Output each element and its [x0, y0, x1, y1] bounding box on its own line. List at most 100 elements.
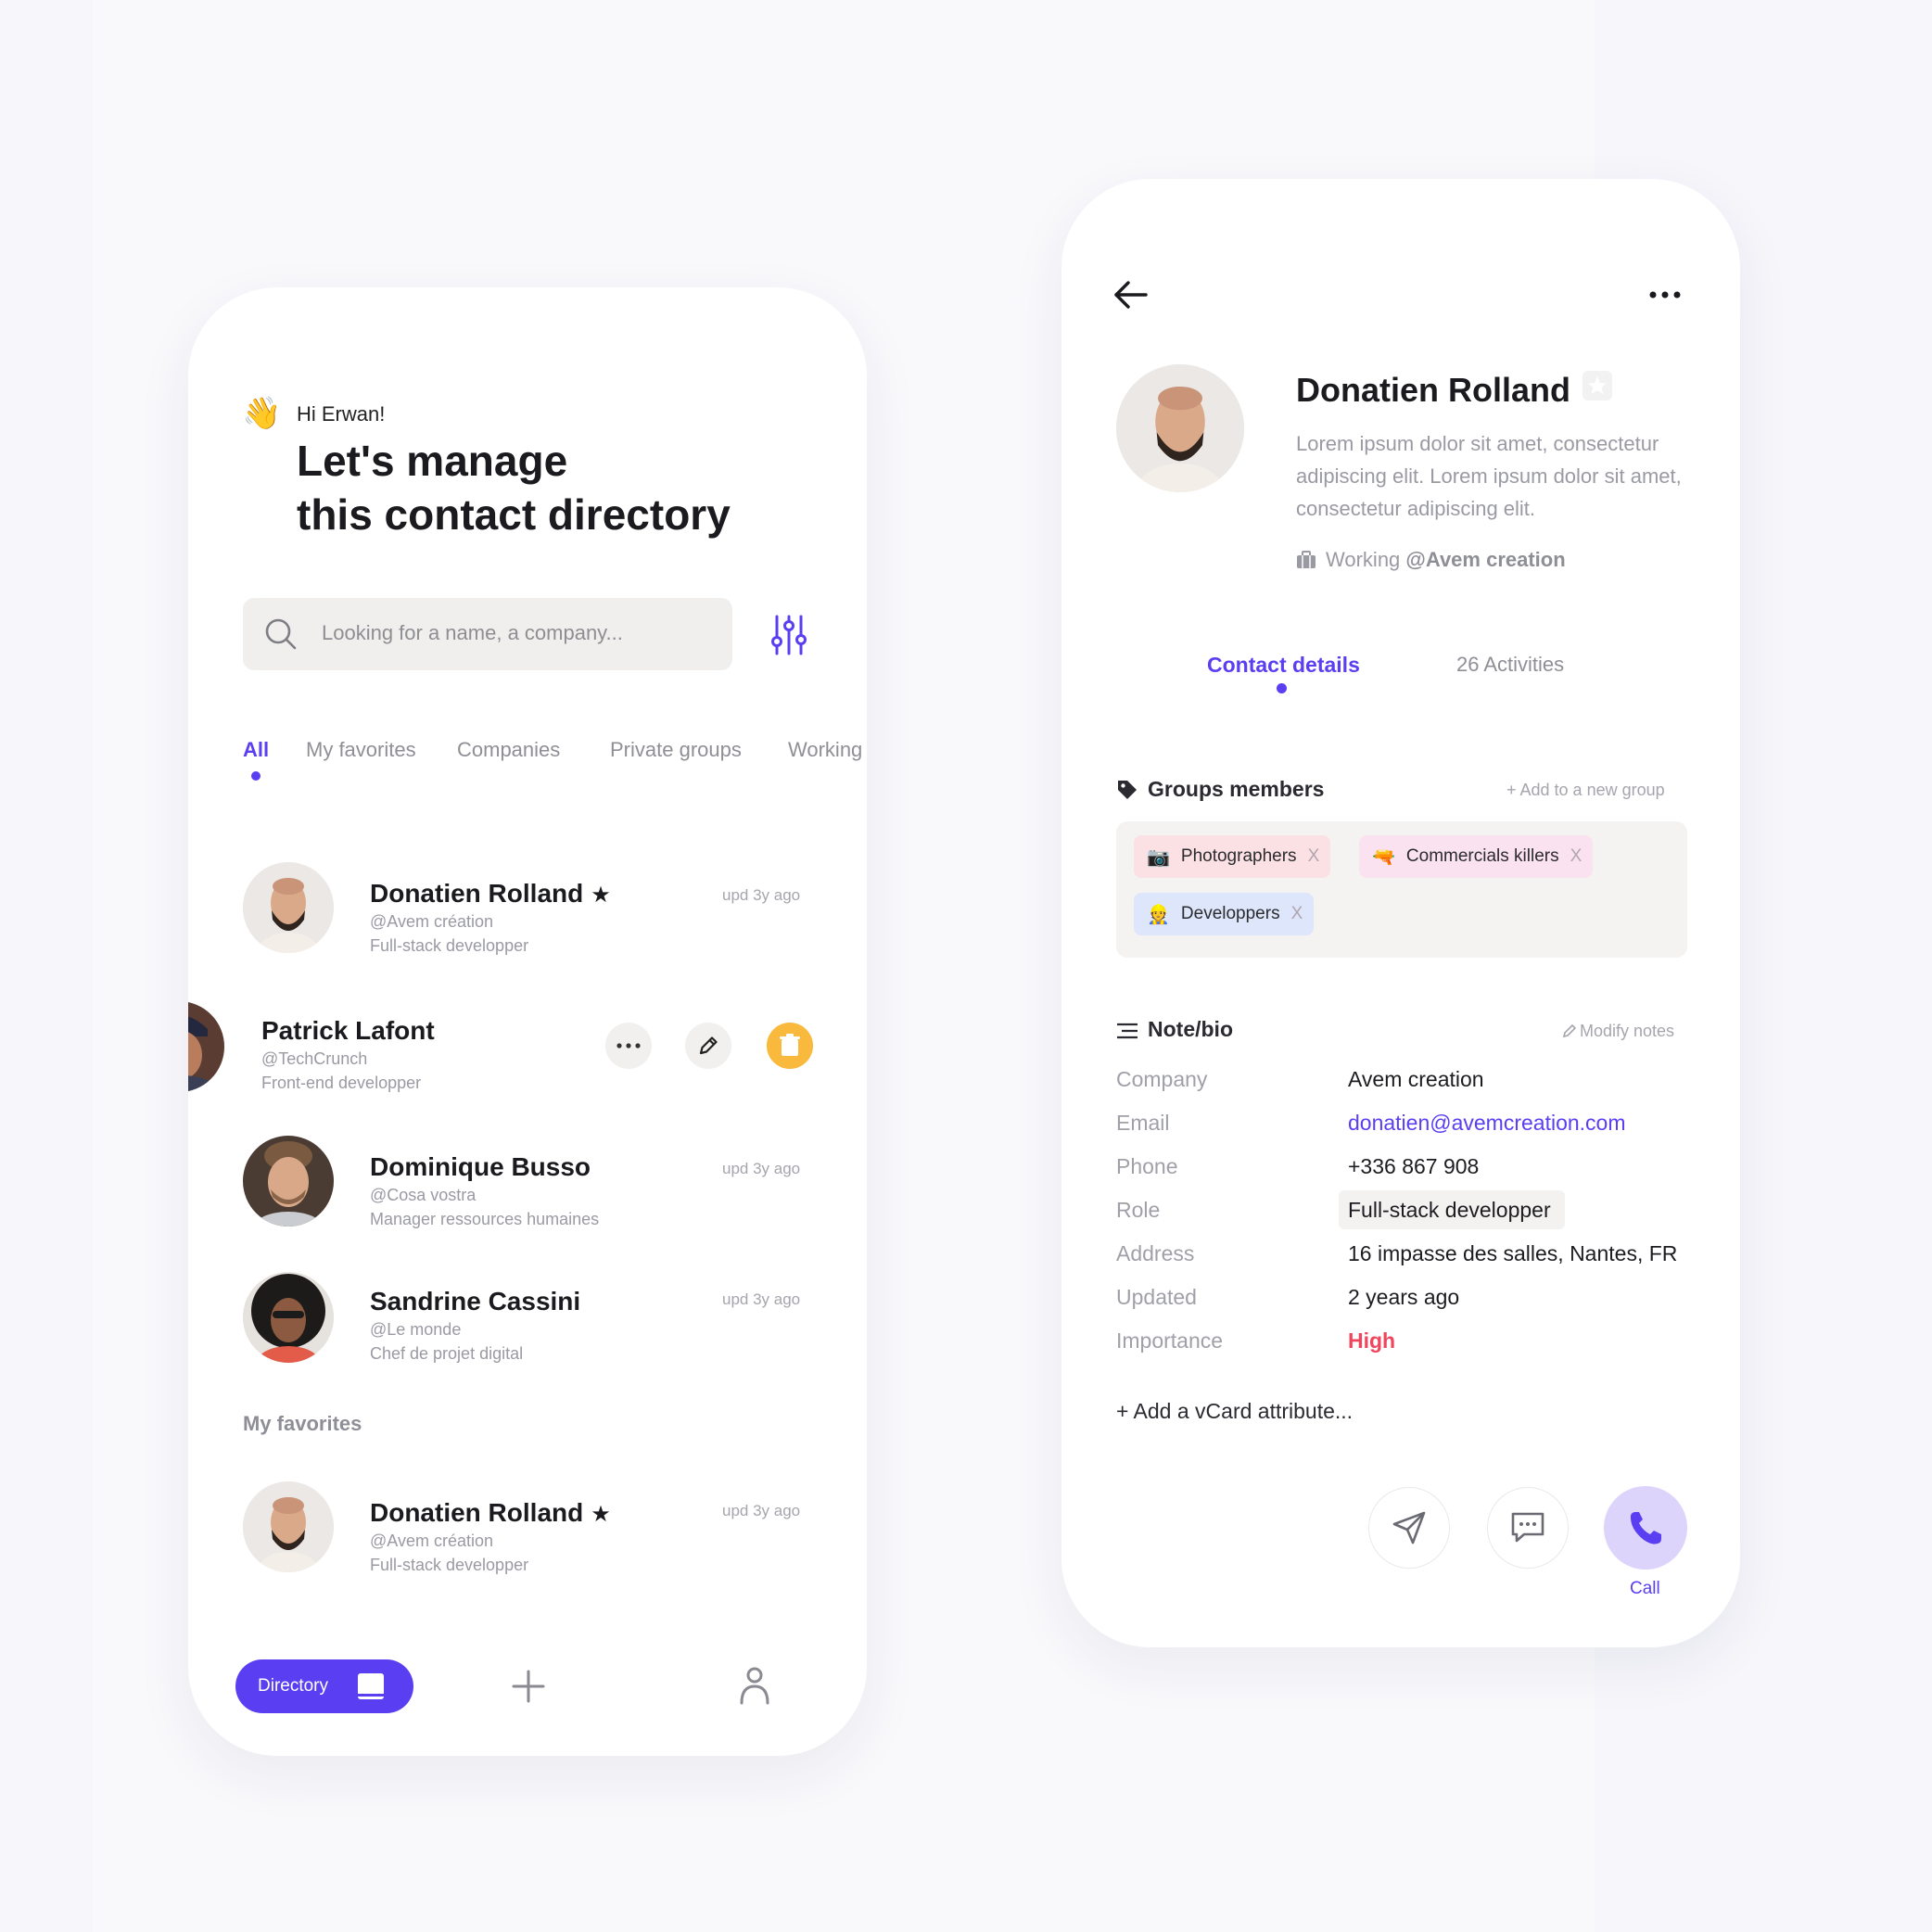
- updated-value: 2 years ago: [1348, 1285, 1460, 1309]
- pencil-icon: [699, 1036, 718, 1055]
- contact-updated: upd 3y ago: [722, 1290, 801, 1308]
- contact-role: Front-end developper: [261, 1074, 422, 1092]
- list-lines-icon: [1117, 1023, 1138, 1039]
- profile-workplace: Working @Avem creation: [1296, 548, 1566, 572]
- tab-companies[interactable]: Companies: [457, 738, 560, 762]
- send-message-button[interactable]: [1368, 1487, 1450, 1569]
- add-contact-icon[interactable]: [511, 1669, 546, 1704]
- modify-notes-link[interactable]: Modify notes: [1562, 1022, 1674, 1041]
- search-icon: [265, 618, 297, 650]
- more-options-icon[interactable]: [1648, 290, 1682, 299]
- updated-label: Updated: [1116, 1285, 1197, 1309]
- chat-button[interactable]: [1487, 1487, 1569, 1569]
- nav-directory-button[interactable]: Directory: [235, 1659, 413, 1713]
- tag-icon: [1118, 781, 1137, 799]
- tab-all[interactable]: All: [243, 738, 269, 762]
- more-options-button[interactable]: [605, 1023, 652, 1069]
- search-input[interactable]: Looking for a name, a company...: [243, 598, 732, 670]
- avatar: [243, 862, 334, 953]
- edit-button[interactable]: [685, 1023, 731, 1069]
- group-chip-label: Photographers: [1180, 846, 1297, 866]
- group-chip-label: Commercials killers: [1405, 846, 1559, 866]
- contact-row[interactable]: Sandrine Cassini @Le monde Chef de proje…: [188, 1272, 867, 1374]
- note-bio-title: Note/bio: [1148, 1017, 1233, 1041]
- address-value: 16 impasse des salles, Nantes, FR: [1348, 1241, 1678, 1265]
- tab-working[interactable]: Working: [788, 738, 862, 762]
- active-tab-indicator: [1277, 683, 1287, 693]
- filter-sliders-icon[interactable]: [770, 614, 807, 656]
- tab-activities[interactable]: 26 Activities: [1456, 653, 1564, 677]
- remove-chip-icon[interactable]: X: [1570, 846, 1582, 867]
- camera-icon: 📷: [1147, 846, 1170, 868]
- delete-button[interactable]: [767, 1023, 813, 1069]
- add-vcard-attribute-button[interactable]: + Add a vCard attribute...: [1116, 1399, 1353, 1424]
- email-label: Email: [1116, 1111, 1170, 1135]
- group-chip[interactable]: 👷 Developpers X: [1134, 893, 1315, 935]
- water-pistol-icon: 🔫: [1372, 846, 1395, 868]
- active-tab-indicator: [251, 771, 261, 781]
- construction-worker-icon: 👷: [1147, 904, 1170, 925]
- group-chip[interactable]: 🔫 Commercials killers X: [1359, 835, 1594, 878]
- contact-updated: upd 3y ago: [722, 1160, 801, 1177]
- paper-plane-icon: [1392, 1511, 1426, 1544]
- working-prefix: Working: [1326, 548, 1401, 571]
- favorites-section-title: My favorites: [243, 1412, 362, 1435]
- back-arrow-icon[interactable]: [1112, 279, 1150, 311]
- favorite-star-icon: ★: [591, 1502, 611, 1527]
- page-title-line1: Let's manage: [297, 437, 568, 485]
- tab-private-groups[interactable]: Private groups: [610, 738, 742, 762]
- phone-value: +336 867 908: [1348, 1154, 1480, 1178]
- page-title-line2: this contact directory: [297, 490, 731, 539]
- address-label: Address: [1116, 1241, 1195, 1265]
- remove-chip-icon[interactable]: X: [1308, 846, 1320, 867]
- nav-directory-label: Directory: [258, 1676, 329, 1696]
- add-to-group-link[interactable]: + Add to a new group: [1506, 781, 1665, 800]
- search-placeholder: Looking for a name, a company...: [322, 621, 623, 644]
- tab-contact-details[interactable]: Contact details: [1207, 653, 1360, 678]
- working-company: @Avem creation: [1405, 548, 1566, 571]
- contact-name: Donatien Rolland ★: [370, 1498, 611, 1527]
- avatar-photo: [243, 1481, 334, 1572]
- favorite-contact-row[interactable]: Donatien Rolland ★ @Avem création Full-st…: [188, 1481, 867, 1583]
- profile-user-icon[interactable]: [738, 1666, 771, 1705]
- groups-container: 📷 Photographers X 🔫 Commercials killers …: [1116, 821, 1687, 958]
- contact-detail-screen: Donatien Rolland Lorem ipsum dolor sit a…: [1061, 179, 1740, 1647]
- avatar-photo: [243, 862, 334, 953]
- contact-role: Chef de projet digital: [370, 1344, 524, 1363]
- contact-company: @Cosa vostra: [370, 1186, 477, 1204]
- contact-name: Patrick Lafont: [261, 1016, 435, 1045]
- more-dots-icon: [616, 1043, 641, 1049]
- wave-hand-icon: 👋: [242, 396, 282, 431]
- groups-title: Groups members: [1148, 777, 1325, 801]
- call-button[interactable]: [1604, 1486, 1687, 1570]
- email-link[interactable]: donatien@avemcreation.com: [1348, 1111, 1626, 1136]
- contact-company: @Avem création: [370, 1532, 493, 1550]
- briefcase-icon: [1297, 551, 1316, 568]
- avatar: [243, 1481, 334, 1572]
- profile-name: Donatien Rolland: [1296, 371, 1570, 409]
- profile-bio: Lorem ipsum dolor sit amet, consectetur …: [1296, 432, 1682, 520]
- avatar-photo: [243, 1136, 334, 1227]
- book-icon: [358, 1673, 384, 1699]
- phone-icon: [1630, 1512, 1661, 1544]
- contact-row[interactable]: Donatien Rolland ★ @Avem création Full-st…: [188, 862, 867, 964]
- contact-name: Donatien Rolland ★: [370, 879, 611, 908]
- contact-name: Dominique Busso: [370, 1152, 591, 1181]
- favorite-toggle-button[interactable]: [1582, 371, 1612, 400]
- importance-label: Importance: [1116, 1328, 1224, 1353]
- avatar: [243, 1272, 334, 1363]
- remove-chip-icon[interactable]: X: [1291, 904, 1303, 924]
- contact-role: Full-stack developper: [370, 1556, 529, 1574]
- favorite-star-icon: ★: [591, 883, 611, 908]
- contact-row-swiped[interactable]: Patrick Lafont @TechCrunch Front-end dev…: [188, 1001, 867, 1103]
- trash-icon: [780, 1034, 800, 1056]
- phone-label: Phone: [1116, 1154, 1178, 1178]
- call-label: Call: [1630, 1579, 1660, 1598]
- contact-row[interactable]: Dominique Busso @Cosa vostra Manager res…: [188, 1136, 867, 1238]
- tab-my-favorites[interactable]: My favorites: [306, 738, 416, 762]
- company-label: Company: [1116, 1067, 1208, 1091]
- group-chip[interactable]: 📷 Photographers X: [1134, 835, 1331, 878]
- avatar-photo: [243, 1272, 334, 1363]
- contact-company: @Avem création: [370, 912, 493, 931]
- role-label: Role: [1116, 1198, 1161, 1222]
